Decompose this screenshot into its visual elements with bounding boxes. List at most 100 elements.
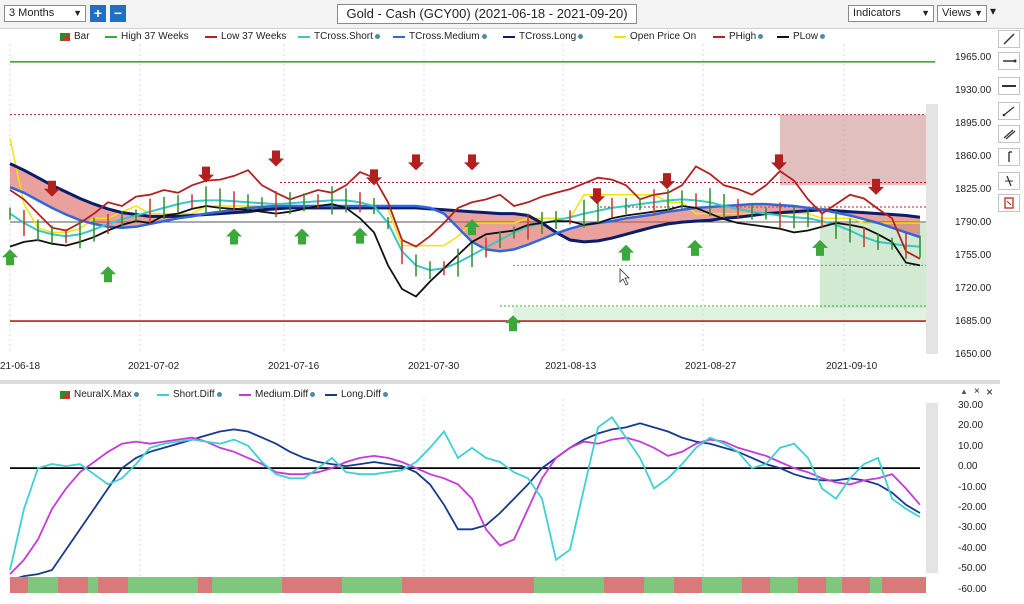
neuralx-bar xyxy=(198,577,212,593)
oscillator-tick: 0.00 xyxy=(958,461,978,473)
legend-label: High 37 Weeks xyxy=(121,31,189,42)
period-label: 3 Months xyxy=(9,7,55,19)
legend-item[interactable]: PHigh xyxy=(713,31,764,42)
neuralx-bar xyxy=(10,577,28,593)
legend-label: Open Price On xyxy=(630,31,697,42)
legend-item[interactable]: Open Price On xyxy=(614,31,696,42)
legend-swatch xyxy=(105,35,117,38)
legend-settings-icon[interactable] xyxy=(133,392,139,397)
date-tick: 2021-07-30 xyxy=(408,361,460,372)
legend-label: PHigh xyxy=(729,31,757,42)
oscillator-scrollbar[interactable] xyxy=(926,403,938,573)
neuralx-bar xyxy=(826,577,842,593)
date-tick: 2021-09-10 xyxy=(826,361,878,372)
neuralx-bar xyxy=(534,577,604,593)
price-chart[interactable] xyxy=(0,44,945,394)
legend-settings-icon[interactable] xyxy=(216,392,222,397)
legend-label: Low 37 Weeks xyxy=(221,31,287,42)
legend-swatch xyxy=(713,35,725,38)
oscillator-tick: -30.00 xyxy=(958,522,987,534)
oscillator-tick: -10.00 xyxy=(958,481,987,493)
neuralx-bar xyxy=(28,577,58,593)
oscillator-tick: -20.00 xyxy=(958,502,987,513)
oscillator-tick: 20.00 xyxy=(958,420,984,432)
toolbar: 3 Months ▼ + − Gold - Cash (GCY00) (2021… xyxy=(0,0,1024,29)
date-tick: 2021-08-27 xyxy=(685,361,737,372)
date-axis: 21-06-18 2021-07-02 2021-07-16 2021-07-30 20… xyxy=(0,361,945,375)
neuralx-bar xyxy=(98,577,128,593)
oscillator-tick: -60.00 xyxy=(958,583,987,595)
legend-swatch xyxy=(614,35,626,38)
legend-swatch xyxy=(60,390,70,399)
oscillator-tick: -50.00 xyxy=(958,563,987,575)
neuralx-bar xyxy=(604,577,644,593)
date-tick: 2021-07-02 xyxy=(128,361,180,372)
legend-label: TCross.Medium xyxy=(409,31,480,42)
resistance-zone xyxy=(780,114,938,186)
legend-label: PLow xyxy=(793,31,819,42)
legend-item[interactable]: TCross.Medium xyxy=(393,31,487,42)
legend-item[interactable]: PLow xyxy=(777,31,826,42)
neuralx-bar xyxy=(674,577,702,593)
neuralx-bar xyxy=(842,577,870,593)
legend-swatch xyxy=(325,393,337,396)
legend-settings-icon[interactable] xyxy=(481,34,487,39)
zoom-out-button[interactable]: − xyxy=(110,5,126,22)
neuralx-bar xyxy=(128,577,198,593)
support-zone-low xyxy=(513,306,938,321)
legend-settings-icon[interactable] xyxy=(578,34,584,39)
legend-settings-icon[interactable] xyxy=(382,392,388,397)
neuralx-bar xyxy=(882,577,926,593)
neuralx-bar xyxy=(870,577,882,593)
date-tick: 2021-07-16 xyxy=(268,361,320,372)
legend-settings-icon[interactable] xyxy=(374,34,380,39)
legend-item[interactable]: Bar xyxy=(60,31,90,42)
oscillator-chart[interactable] xyxy=(0,399,945,604)
legend-swatch xyxy=(503,35,515,38)
legend-settings-icon[interactable] xyxy=(820,34,826,39)
oscillator-tick: -40.00 xyxy=(958,542,987,554)
indicators-label: Indicators xyxy=(853,7,901,19)
legend-swatch xyxy=(393,35,405,38)
panel-divider[interactable] xyxy=(0,380,1000,384)
date-tick: 2021-08-13 xyxy=(545,361,597,372)
oscillator-plot-bg xyxy=(0,399,940,599)
legend-swatch xyxy=(298,35,310,38)
legend-swatch xyxy=(60,32,70,41)
neuralx-bar xyxy=(402,577,534,593)
legend-label: TCross.Long xyxy=(519,31,577,42)
legend-swatch xyxy=(205,35,217,38)
price-legend: Bar High 37 Weeks Low 37 Weeks TCross.Short… xyxy=(60,31,1000,45)
legend-item[interactable]: High 37 Weeks xyxy=(105,31,189,42)
legend-settings-icon[interactable] xyxy=(310,392,316,397)
neuralx-bar xyxy=(644,577,674,593)
price-scrollbar[interactable] xyxy=(926,104,938,354)
neuralx-bar xyxy=(742,577,770,593)
neuralx-bar xyxy=(342,577,402,593)
legend-swatch xyxy=(777,35,789,38)
legend-item[interactable]: TCross.Long xyxy=(503,31,584,42)
indicators-select[interactable]: Indicators ▼ xyxy=(848,5,934,22)
oscillator-tick: 30.00 xyxy=(958,400,984,411)
neuralx-bar xyxy=(212,577,282,593)
legend-swatch xyxy=(157,393,169,396)
chevron-down-icon: ▼ xyxy=(921,8,930,18)
legend-label: Bar xyxy=(74,31,90,42)
neuralx-bar xyxy=(88,577,98,593)
legend-item[interactable]: TCross.Short xyxy=(298,31,380,42)
chevron-down-icon: ▼ xyxy=(73,8,82,18)
zoom-in-button[interactable]: + xyxy=(90,5,106,22)
oscillator-axis: 30.00 20.00 10.00 0.00 -10.00 -20.00 -30.00 -40… xyxy=(958,0,1002,604)
neuralx-bar xyxy=(58,577,88,593)
neuralx-bar xyxy=(702,577,742,593)
neuralx-bar xyxy=(282,577,342,593)
period-select[interactable]: 3 Months ▼ xyxy=(4,5,86,22)
oscillator-tick: 10.00 xyxy=(958,440,984,452)
legend-label: TCross.Short xyxy=(314,31,373,42)
legend-settings-icon[interactable] xyxy=(758,34,764,39)
date-tick: 21-06-18 xyxy=(0,361,41,372)
neuralx-bar xyxy=(770,577,798,593)
legend-item[interactable]: Low 37 Weeks xyxy=(205,31,286,42)
neuralx-bar xyxy=(798,577,826,593)
chart-title: Gold - Cash (GCY00) (2021-06-18 - 2021-0… xyxy=(337,4,637,24)
